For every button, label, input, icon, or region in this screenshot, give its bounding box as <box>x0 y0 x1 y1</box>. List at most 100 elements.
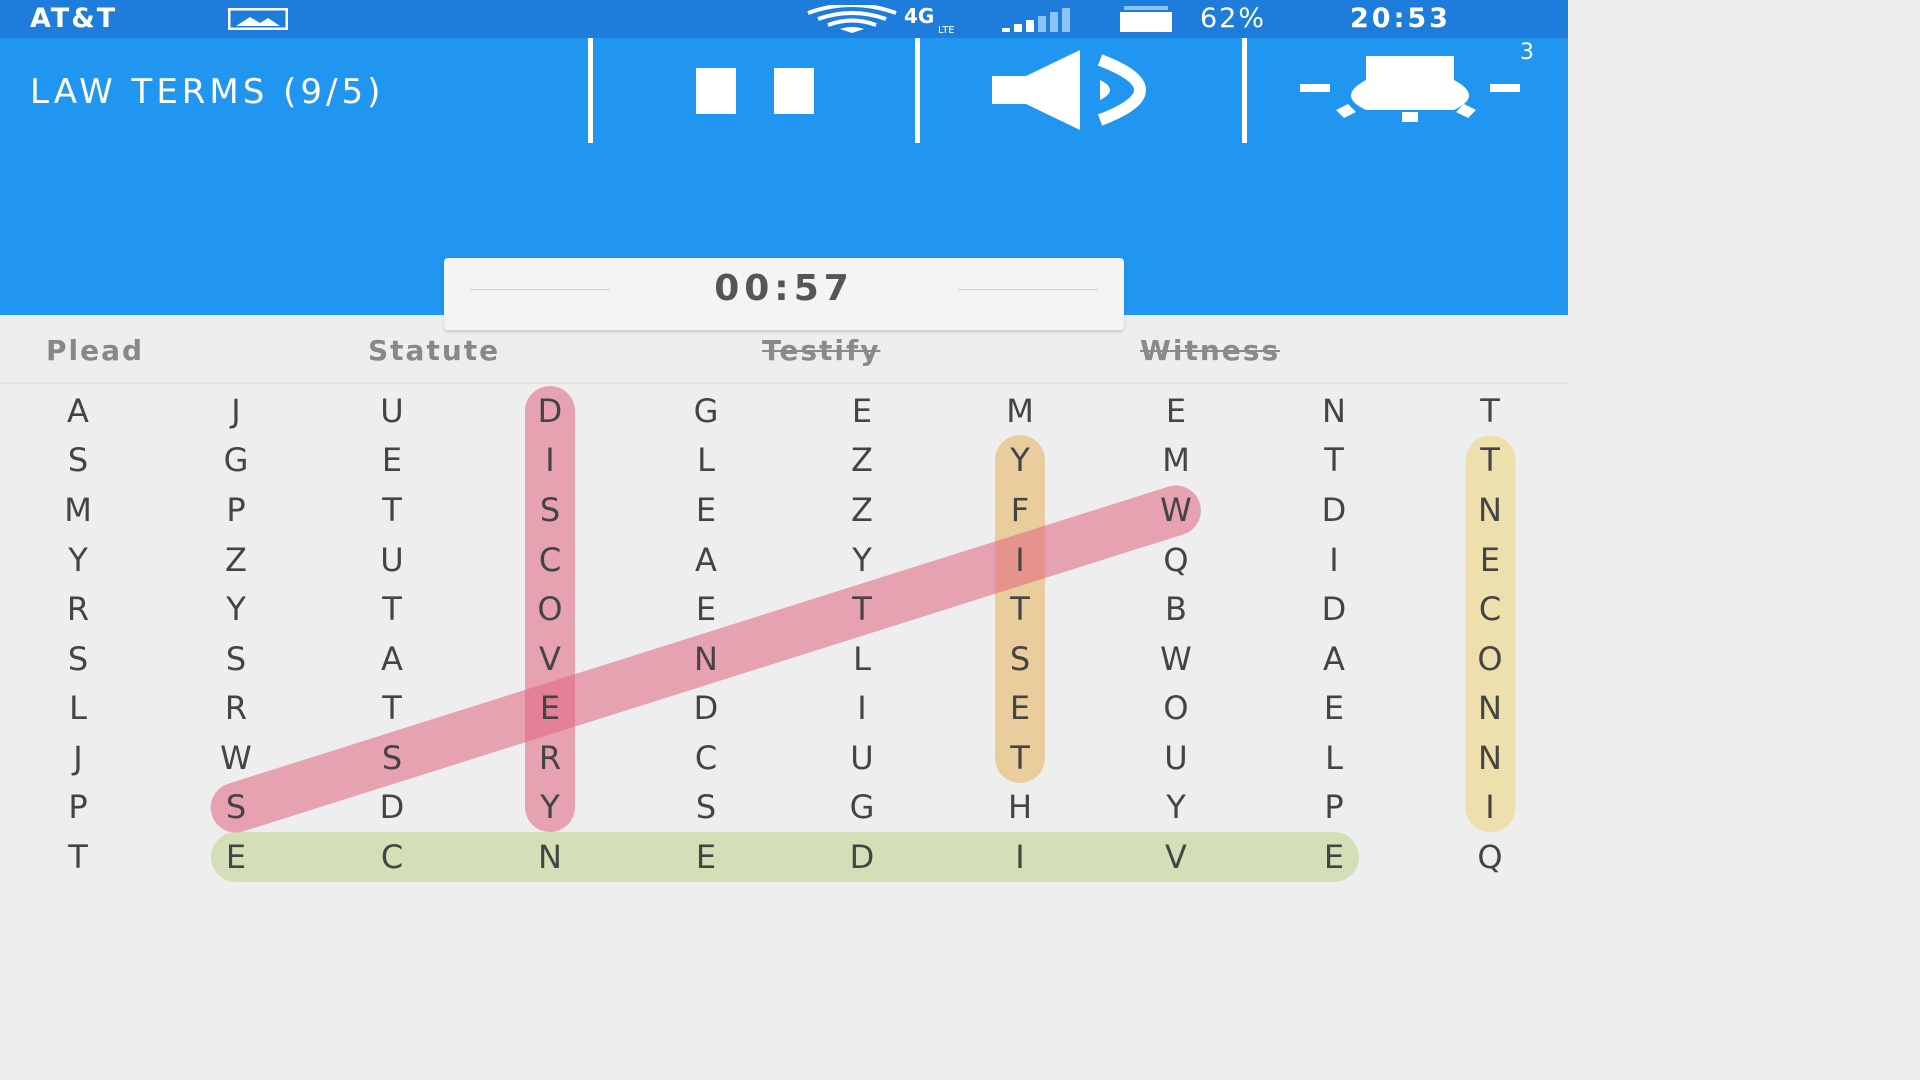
grid-letter[interactable]: D <box>352 782 432 832</box>
grid-letter[interactable]: G <box>666 386 746 436</box>
grid-letter[interactable]: S <box>38 435 118 485</box>
grid-letter[interactable]: U <box>1136 733 1216 783</box>
grid-letter[interactable]: Y <box>822 535 902 585</box>
grid-letter[interactable]: U <box>352 535 432 585</box>
grid-letter[interactable]: Y <box>980 435 1060 485</box>
grid-letter[interactable]: T <box>980 584 1060 634</box>
grid-letter[interactable]: E <box>666 485 746 535</box>
grid-letter[interactable]: I <box>980 535 1060 585</box>
grid-letter[interactable]: S <box>38 634 118 684</box>
grid-letter[interactable]: D <box>1294 485 1374 535</box>
grid-letter[interactable]: O <box>510 584 590 634</box>
grid-letter[interactable]: B <box>1136 584 1216 634</box>
grid-letter[interactable]: R <box>38 584 118 634</box>
grid-letter[interactable]: O <box>1450 634 1530 684</box>
grid-letter[interactable]: E <box>1294 832 1374 882</box>
grid-letter[interactable]: A <box>666 535 746 585</box>
grid-letter[interactable]: W <box>1136 485 1216 535</box>
grid-letter[interactable]: P <box>38 782 118 832</box>
grid-letter[interactable]: C <box>352 832 432 882</box>
grid-letter[interactable]: T <box>1294 435 1374 485</box>
grid-letter[interactable]: W <box>1136 634 1216 684</box>
grid-letter[interactable]: N <box>666 634 746 684</box>
grid-letter[interactable]: E <box>822 386 902 436</box>
grid-letter[interactable]: S <box>352 733 432 783</box>
grid-letter[interactable]: Z <box>822 435 902 485</box>
hint-bulb-icon[interactable] <box>1290 40 1530 140</box>
grid-letter[interactable]: C <box>1450 584 1530 634</box>
grid-letter[interactable]: E <box>666 584 746 634</box>
grid-letter[interactable]: Y <box>510 782 590 832</box>
grid-letter[interactable]: Z <box>822 485 902 535</box>
grid-letter[interactable]: J <box>38 733 118 783</box>
grid-letter[interactable]: T <box>1450 386 1530 436</box>
grid-letter[interactable]: E <box>352 435 432 485</box>
letter-grid[interactable]: AJUDGEMENTSGEILZYMTTMPTSEZFWDNYZUCAYIQIE… <box>0 386 1568 882</box>
grid-letter[interactable]: N <box>1450 683 1530 733</box>
grid-letter[interactable]: M <box>38 485 118 535</box>
grid-letter[interactable]: Q <box>1136 535 1216 585</box>
grid-letter[interactable]: I <box>1294 535 1374 585</box>
grid-letter[interactable]: I <box>980 832 1060 882</box>
grid-letter[interactable]: F <box>980 485 1060 535</box>
grid-letter[interactable]: E <box>1136 386 1216 436</box>
grid-letter[interactable]: W <box>196 733 276 783</box>
grid-letter[interactable]: T <box>980 733 1060 783</box>
grid-letter[interactable]: R <box>510 733 590 783</box>
grid-letter[interactable]: M <box>1136 435 1216 485</box>
grid-letter[interactable]: V <box>1136 832 1216 882</box>
grid-letter[interactable]: M <box>980 386 1060 436</box>
grid-letter[interactable]: L <box>822 634 902 684</box>
grid-letter[interactable]: L <box>666 435 746 485</box>
sound-icon[interactable] <box>970 40 1190 140</box>
grid-letter[interactable]: S <box>980 634 1060 684</box>
grid-letter[interactable]: C <box>666 733 746 783</box>
grid-letter[interactable]: H <box>980 782 1060 832</box>
grid-letter[interactable]: E <box>510 683 590 733</box>
grid-letter[interactable]: I <box>1450 782 1530 832</box>
grid-letter[interactable]: I <box>510 435 590 485</box>
grid-letter[interactable]: L <box>1294 733 1374 783</box>
grid-letter[interactable]: D <box>666 683 746 733</box>
grid-letter[interactable]: U <box>822 733 902 783</box>
grid-letter[interactable]: P <box>1294 782 1374 832</box>
grid-letter[interactable]: A <box>38 386 118 436</box>
grid-letter[interactable]: A <box>1294 634 1374 684</box>
grid-letter[interactable]: G <box>196 435 276 485</box>
grid-letter[interactable]: S <box>196 782 276 832</box>
grid-letter[interactable]: D <box>510 386 590 436</box>
grid-letter[interactable]: T <box>38 832 118 882</box>
grid-letter[interactable]: I <box>822 683 902 733</box>
grid-letter[interactable]: V <box>510 634 590 684</box>
grid-letter[interactable]: P <box>196 485 276 535</box>
grid-letter[interactable]: S <box>510 485 590 535</box>
grid-letter[interactable]: A <box>352 634 432 684</box>
grid-letter[interactable]: Z <box>196 535 276 585</box>
grid-letter[interactable]: L <box>38 683 118 733</box>
grid-letter[interactable]: Y <box>196 584 276 634</box>
grid-letter[interactable]: T <box>352 485 432 535</box>
grid-letter[interactable]: S <box>196 634 276 684</box>
grid-letter[interactable]: G <box>822 782 902 832</box>
grid-letter[interactable]: N <box>1294 386 1374 436</box>
grid-letter[interactable]: D <box>1294 584 1374 634</box>
grid-letter[interactable]: T <box>822 584 902 634</box>
grid-letter[interactable]: D <box>822 832 902 882</box>
grid-letter[interactable]: E <box>666 832 746 882</box>
grid-letter[interactable]: T <box>352 683 432 733</box>
grid-letter[interactable]: Q <box>1450 832 1530 882</box>
grid-letter[interactable]: U <box>352 386 432 436</box>
grid-letter[interactable]: R <box>196 683 276 733</box>
grid-letter[interactable]: C <box>510 535 590 585</box>
grid-letter[interactable]: O <box>1136 683 1216 733</box>
grid-letter[interactable]: J <box>196 386 276 436</box>
grid-letter[interactable]: T <box>352 584 432 634</box>
grid-letter[interactable]: T <box>1450 435 1530 485</box>
grid-letter[interactable]: N <box>1450 485 1530 535</box>
grid-letter[interactable]: E <box>1450 535 1530 585</box>
grid-letter[interactable]: E <box>1294 683 1374 733</box>
grid-letter[interactable]: N <box>510 832 590 882</box>
grid-letter[interactable]: E <box>196 832 276 882</box>
grid-letter[interactable]: Y <box>38 535 118 585</box>
grid-letter[interactable]: N <box>1450 733 1530 783</box>
